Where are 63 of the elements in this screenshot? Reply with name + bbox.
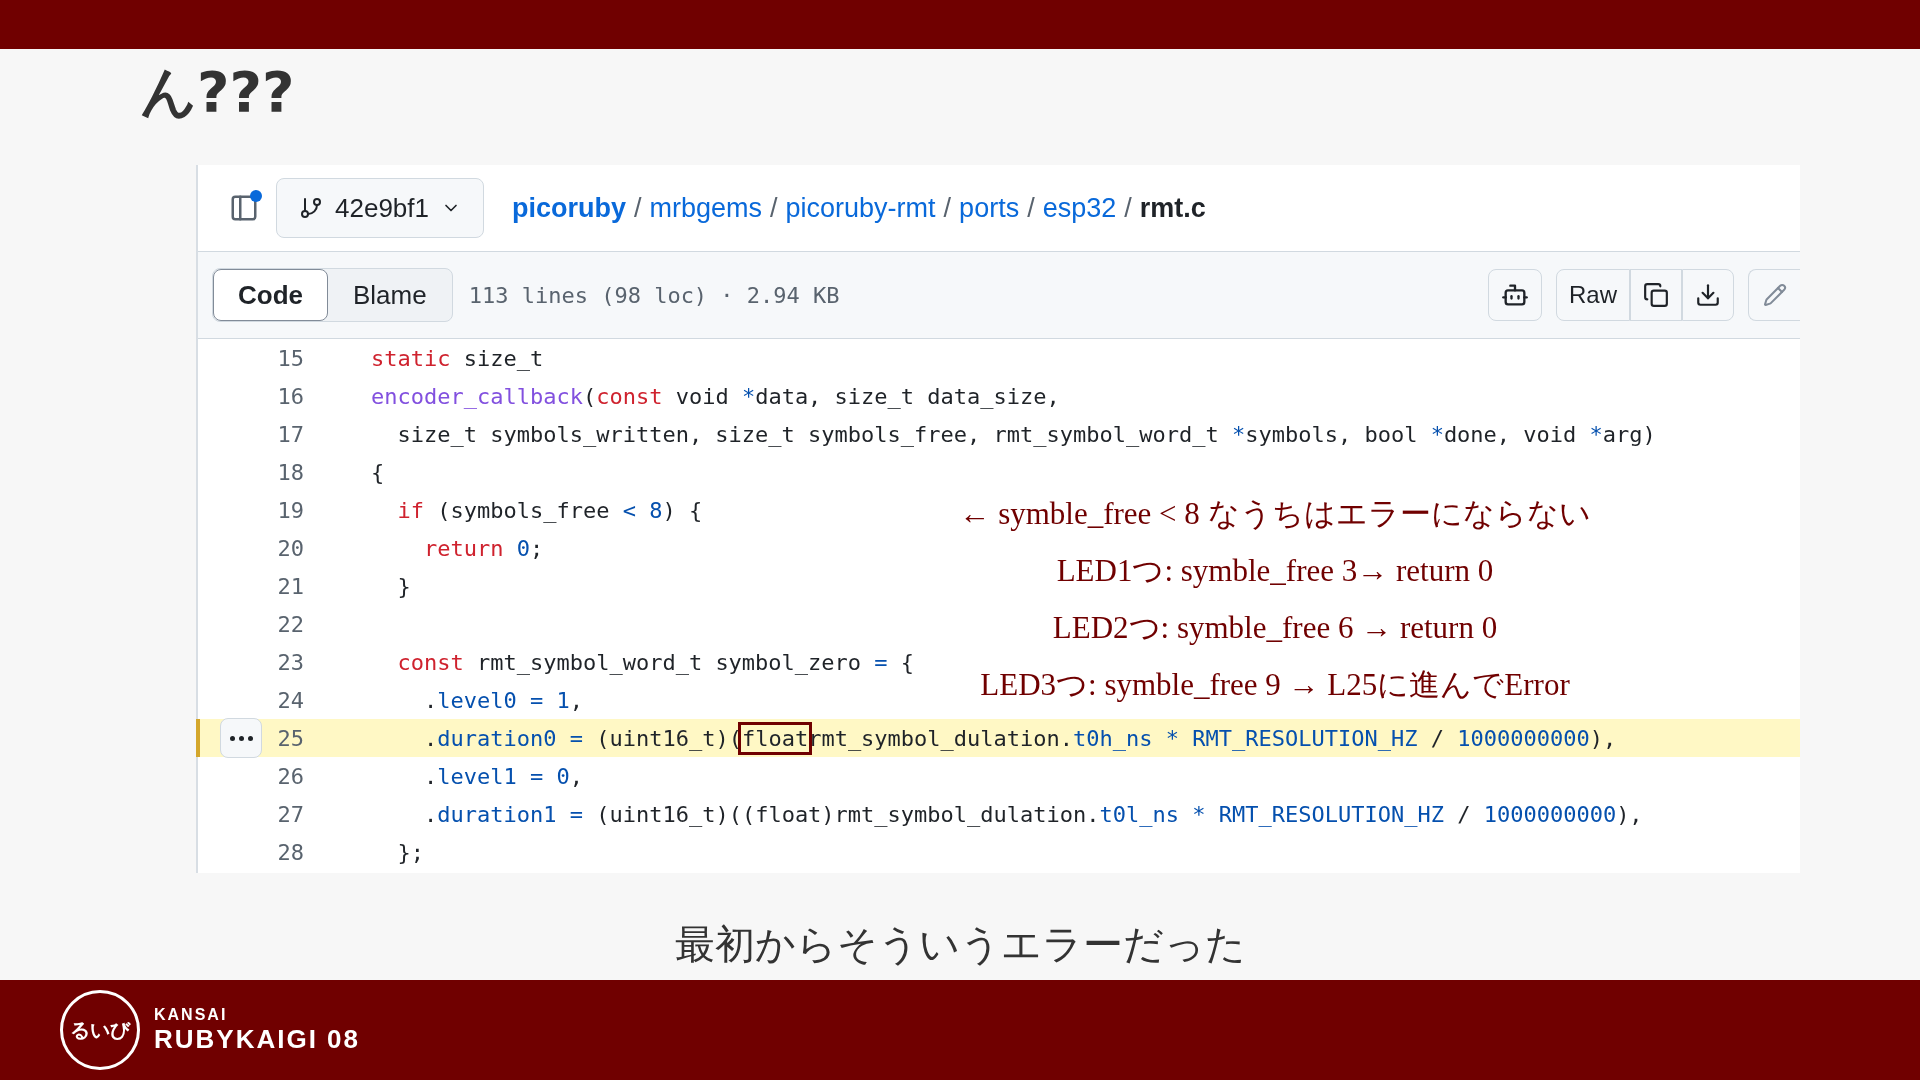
breadcrumb-link[interactable]: esp32 (1042, 192, 1117, 224)
code-line: if (symbols_free < 8) { (396, 497, 703, 523)
line-number: 27 (276, 801, 304, 827)
file-name[interactable]: rmt.c (1139, 192, 1206, 224)
code-line: } (396, 573, 411, 599)
code-line: }; (396, 839, 424, 865)
more-options-button[interactable] (220, 718, 262, 758)
download-icon (1695, 282, 1721, 308)
breadcrumb-link[interactable]: picoruby (512, 192, 626, 224)
slide-caption: 最初からそういうエラーだった (674, 920, 1246, 969)
line-number: 19 (276, 497, 304, 523)
slide-title: ん??? (140, 59, 295, 125)
breadcrumb-separator: / (634, 192, 642, 224)
breadcrumb-link[interactable]: picoruby-rmt (785, 192, 936, 224)
line-number: 22 (276, 611, 304, 637)
copy-button[interactable] (1630, 269, 1682, 321)
code-line: { (371, 459, 385, 485)
line-number: 18 (276, 459, 304, 485)
file-info: 113 lines (98 loc) · 2.94 KB (468, 282, 840, 308)
copy-icon (1643, 282, 1669, 308)
breadcrumb-separator: / (1124, 192, 1132, 224)
annotation: LED2つ: symble_free 6 → return 0 (1052, 609, 1498, 647)
annotation: LED1つ: symble_free 3→ return 0 (1056, 552, 1494, 590)
highlight-bar (196, 719, 200, 757)
line-number: 24 (276, 687, 304, 713)
code-line: .level1 = 0, (422, 763, 583, 789)
breadcrumb-separator: / (1027, 192, 1035, 224)
code-line: return 0; (422, 535, 544, 561)
line-number: 21 (276, 573, 304, 599)
branch-icon (299, 196, 323, 220)
line-number: 26 (276, 763, 304, 789)
line-number: 15 (276, 345, 304, 371)
breadcrumb-separator: / (770, 192, 778, 224)
copilot-button[interactable] (1488, 269, 1542, 321)
branch-button[interactable]: 42e9bf1 (276, 178, 484, 238)
code-line: size_t symbols_written, size_t symbols_free, rmt_symbol_word_t *symbols, bool *done, void *arg) (396, 421, 1656, 447)
code-line: static size_t (371, 345, 544, 371)
breadcrumb-separator: / (943, 192, 952, 224)
breadcrumb-link[interactable]: mrbgems (649, 192, 763, 224)
code-line: encoder_callback(const void *data, size_t data_size, (371, 383, 1060, 409)
download-button[interactable] (1682, 269, 1734, 321)
region-label: KANSAI (154, 1005, 229, 1024)
line-number: 25 (276, 725, 304, 751)
code-line: .level0 = 1, (422, 687, 583, 713)
pencil-icon (1762, 283, 1787, 307)
code-line: .duration1 = (uint16_t)((float)rmt_symbol_dulation.t0l_ns * RMT_RESOLUTION_HZ / 1000000000), (422, 801, 1643, 827)
event-name: RUBYKAIGI 08 (154, 1023, 361, 1055)
line-number: 28 (276, 839, 304, 865)
annotation: ← symble_free < 8 なうちはエラーにならない (959, 495, 1591, 533)
view-tab[interactable]: Code (213, 269, 328, 321)
code-line: const rmt_symbol_word_t symbol_zero = { (396, 649, 915, 675)
line-number: 16 (276, 383, 304, 409)
edit-button[interactable] (1748, 269, 1800, 321)
breadcrumb-link[interactable]: ports (959, 192, 1020, 224)
line-number: 20 (276, 535, 304, 561)
line-number: 17 (276, 421, 304, 447)
line-number: 23 (276, 649, 304, 675)
ellipsis-icon (229, 735, 253, 741)
view-tab[interactable]: Blame (328, 269, 452, 321)
panel-icon (229, 193, 259, 223)
logo: るいび (60, 990, 140, 1070)
annotation: LED3つ: symble_free 9 → L25に進んでError (980, 666, 1570, 704)
raw-button[interactable]: Raw (1556, 269, 1630, 321)
